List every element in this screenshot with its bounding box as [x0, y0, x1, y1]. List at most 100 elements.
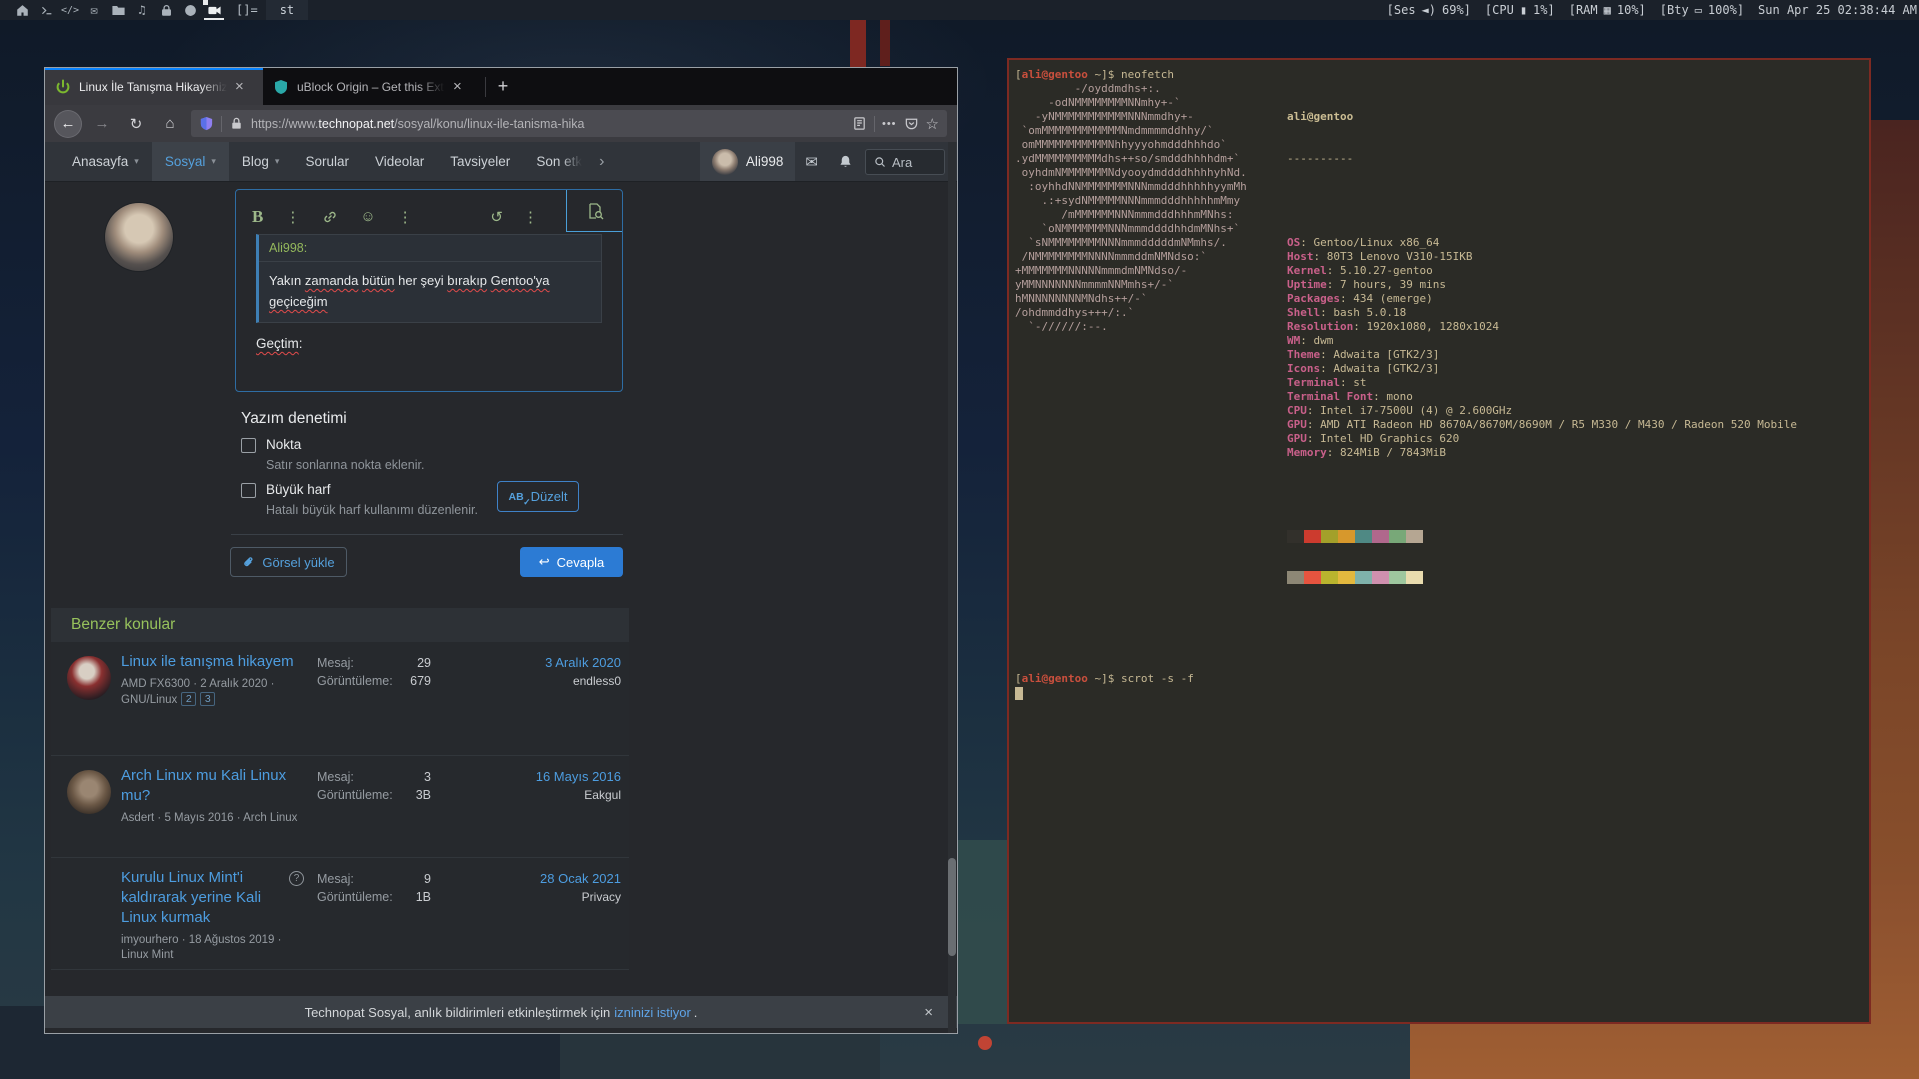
topic-avatar[interactable] [67, 656, 111, 700]
tag-terminal-icon[interactable] [34, 0, 58, 20]
similar-topic-row[interactable]: Linux ile tanışma hikayem AMD FX6300 · 2… [51, 642, 629, 756]
status-battery: [Bty ▭ 100%] [1659, 3, 1745, 17]
tag-home-icon[interactable] [10, 0, 34, 20]
page-badge[interactable]: 3 [200, 692, 216, 706]
alerts-bell-icon[interactable] [828, 142, 863, 181]
wallpaper-banner [850, 20, 866, 72]
tab-close-icon[interactable]: × [453, 78, 462, 95]
notification-bar: Technopat Sosyal, anlık bildirimleri etk… [45, 996, 957, 1028]
terminal-color-palette [1287, 502, 1797, 612]
editor-menu-icon[interactable]: ⋮ [523, 208, 538, 226]
new-tab-button[interactable]: + [486, 68, 520, 105]
messages-envelope-icon[interactable]: ✉ [795, 142, 828, 181]
back-button[interactable]: ← [55, 110, 81, 137]
gentoo-ascii-logo: -/oyddmdhs+:. -odNMMMMMMMMNNmhy+-` -yNMM… [1015, 82, 1247, 333]
undo-icon[interactable]: ↺ [490, 208, 503, 226]
neofetch-info: ali@gentoo ---------- OS: Gentoo/Linux x… [1287, 82, 1797, 640]
home-button[interactable]: ⌂ [157, 111, 183, 137]
option-nokta[interactable]: Nokta [241, 437, 301, 453]
quote-author[interactable]: Ali998: [259, 235, 601, 262]
site-nav-item[interactable]: Son etk ▾ [523, 142, 595, 181]
scrollbar-thumb[interactable] [948, 858, 956, 956]
palette-swatch [1287, 571, 1304, 584]
tab-close-icon[interactable]: × [235, 78, 244, 95]
similar-topic-row[interactable]: Arch Linux mu Kali Linux mu? Asdert · 5 … [51, 756, 629, 858]
topic-date-link[interactable]: 16 Mayıs 2016 [536, 768, 621, 786]
upload-image-button[interactable]: Görsel yükle [230, 547, 347, 577]
insert-more-icon[interactable]: ⋮ [398, 208, 413, 226]
buyuk-harf-checkbox[interactable] [241, 483, 256, 498]
dwm-layout-symbol[interactable]: []= [236, 3, 258, 17]
topic-title-link[interactable]: Kurulu Linux Mint'i kaldırarak yerine Ka… [121, 868, 299, 928]
bold-button[interactable]: B [252, 207, 263, 227]
site-navbar: Anasayfa ▾ Sosyal ▾ Blog ▾ Sorular Video… [45, 142, 957, 182]
more-formatting-icon[interactable]: ⋮ [285, 208, 300, 226]
tag-lock-icon[interactable] [154, 0, 178, 20]
topic-date-link[interactable]: 3 Aralık 2020 [545, 654, 621, 672]
page-content: Anasayfa ▾ Sosyal ▾ Blog ▾ Sorular Video… [45, 142, 957, 1033]
option-buyuk-harf[interactable]: Büyük harf [241, 482, 331, 498]
site-nav-item[interactable]: Blog ▾ [229, 142, 293, 181]
site-nav-item[interactable]: Sorular ▾ [292, 142, 362, 181]
similar-topic-row[interactable]: Kurulu Linux Mint'i kaldırarak yerine Ka… [51, 858, 629, 970]
site-nav-item[interactable]: Anasayfa ▾ [59, 142, 152, 181]
tag-code-icon[interactable]: </> [58, 0, 82, 20]
neofetch-field: Memory: 824MiB / 7843MiB [1287, 446, 1446, 459]
neofetch-field: OS: Gentoo/Linux x86_64 [1287, 236, 1440, 249]
reply-editor[interactable]: B ⋮ ☺ ⋮ ↺ ⋮ Ali998: Yakın zamanda bütün … [235, 189, 623, 392]
page-badge[interactable]: 2 [181, 692, 197, 706]
insert-link-icon[interactable] [322, 209, 338, 225]
wallpaper-banner [880, 20, 890, 66]
topic-date-link[interactable]: 28 Ocak 2021 [540, 870, 621, 888]
reply-button[interactable]: ↩ Cevapla [520, 547, 623, 577]
tag-folder-icon[interactable] [106, 0, 130, 20]
reload-button[interactable]: ↻ [123, 111, 149, 137]
tab-title: Linux İle Tanışma Hikayeniz [79, 79, 227, 94]
permission-link[interactable]: izninizi istiyor [614, 1005, 691, 1020]
preview-button[interactable] [566, 190, 622, 232]
topic-stats: Mesaj: 9 Görüntüleme: 1B [317, 872, 431, 904]
tag-music-icon[interactable]: ♫ [130, 0, 154, 20]
forward-button[interactable]: → [89, 111, 115, 137]
tag-globe-icon[interactable] [178, 0, 202, 20]
topic-avatar[interactable] [67, 770, 111, 814]
bookmark-star-icon[interactable]: ☆ [926, 115, 939, 133]
user-menu[interactable]: Ali998 [699, 142, 796, 181]
search-input[interactable]: Ara [865, 149, 945, 175]
nav-more-chevron-icon[interactable]: › [595, 142, 608, 181]
chevron-down-icon: ▾ [134, 156, 139, 166]
topic-meta: imyourhero · 18 Ağustos 2019 · Linux Min… [121, 934, 282, 961]
site-nav-item[interactable]: Sosyal ▾ [151, 142, 229, 181]
pocket-icon[interactable] [904, 116, 919, 131]
browser-toolbar: ← → ↻ ⌂ https://www.technopat.net/sosyal… [45, 105, 957, 142]
reply-text[interactable]: Geçtim: [256, 336, 303, 351]
question-icon: ? [289, 871, 304, 886]
dwm-statusbar: </> ✉ ♫ []= st [Ses ◄) 69%] [CPU ▮ 1%] [RAM ▦… [0, 0, 1919, 20]
reader-mode-icon[interactable] [852, 116, 867, 131]
tag-mail-icon[interactable]: ✉ [82, 0, 106, 20]
duzelt-button[interactable]: AB ✓ Düzelt [497, 481, 579, 512]
topic-title-link[interactable]: Arch Linux mu Kali Linux mu? [121, 766, 299, 806]
topic-title-link[interactable]: Linux ile tanışma hikayem [121, 652, 299, 672]
tag-screencast-icon[interactable] [202, 0, 226, 20]
url-bar[interactable]: https://www.technopat.net/sosyal/konu/li… [191, 110, 947, 137]
terminal-window[interactable]: [ali@gentoo ~]$ neofetch -/oyddmdhs+:. -… [1007, 58, 1871, 1024]
neofetch-field: CPU: Intel i7-7500U (4) @ 2.600GHz [1287, 404, 1513, 417]
palette-swatch [1389, 571, 1406, 584]
nokta-checkbox[interactable] [241, 438, 256, 453]
topic-avatar[interactable] [67, 872, 111, 916]
current-user-avatar[interactable] [105, 203, 173, 271]
protections-shield-icon[interactable] [199, 116, 214, 131]
terminal-prompt-line: [ali@gentoo ~]$ neofetch [1015, 68, 1174, 81]
desktop: </> ✉ ♫ []= st [Ses ◄) 69%] [CPU ▮ 1%] [RAM ▦… [0, 0, 1919, 1079]
neofetch-separator: ---------- [1287, 152, 1354, 165]
smiley-icon[interactable]: ☺ [360, 208, 375, 225]
firefox-window: Linux İle Tanışma Hikayeniz × uBlock Ori… [44, 67, 958, 1034]
notification-close-icon[interactable]: × [924, 1004, 933, 1021]
site-nav-item[interactable]: Tavsiyeler ▾ [437, 142, 523, 181]
neofetch-field: GPU: AMD ATI Radeon HD 8670A/8670M/8690M… [1287, 418, 1797, 431]
tab-ublock[interactable]: uBlock Origin – Get this Ext × [263, 68, 485, 105]
page-actions-icon[interactable]: ••• [882, 118, 897, 130]
site-nav-item[interactable]: Videolar ▾ [362, 142, 437, 181]
tab-linux-topic[interactable]: Linux İle Tanışma Hikayeniz × [45, 68, 263, 105]
